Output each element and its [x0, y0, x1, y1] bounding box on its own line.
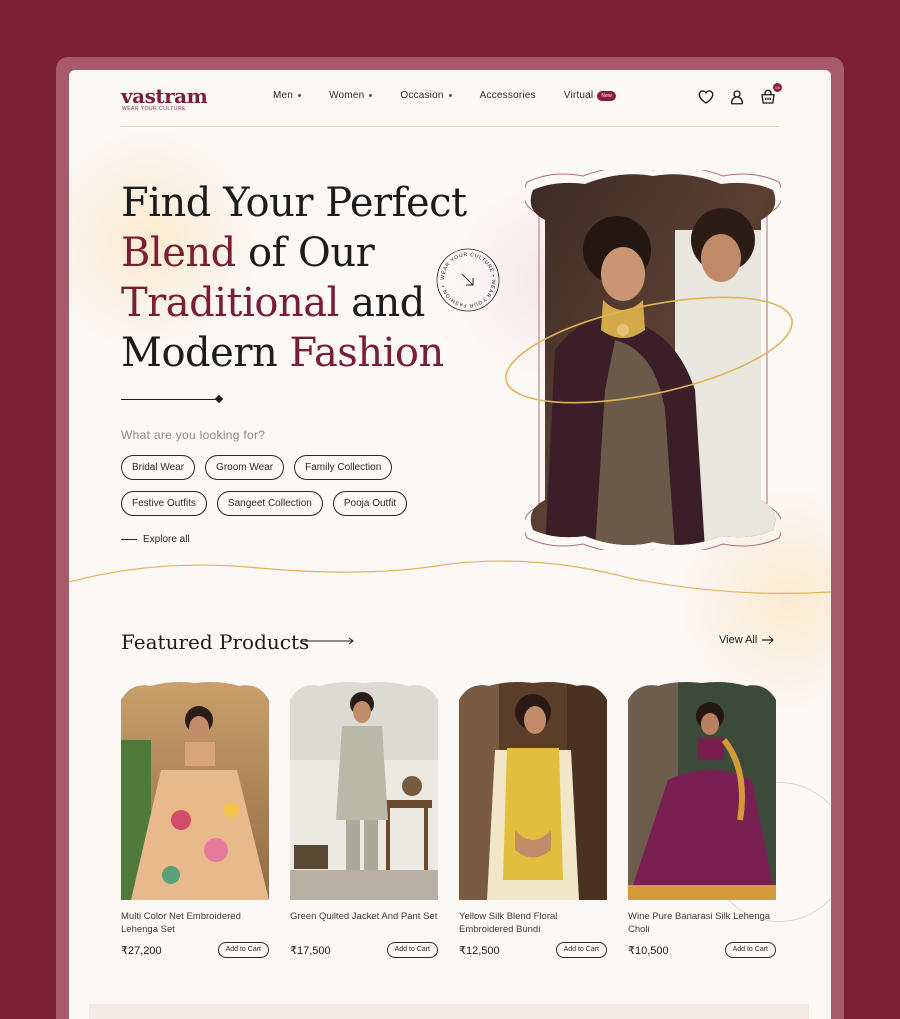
new-badge: New: [597, 90, 616, 101]
cart-count-badge: 04: [773, 83, 782, 92]
nav-label: Occasion: [400, 90, 444, 101]
hero-line-2: of Our: [247, 230, 375, 276]
arrow-right-icon: [762, 635, 775, 645]
diamond-ornament: [214, 394, 224, 404]
product-price: ₹17,500: [290, 944, 331, 957]
chip-sangeet-collection[interactable]: Sangeet Collection: [216, 491, 323, 516]
hero-accent-word: Blend: [121, 230, 236, 276]
product-price: ₹12,500: [459, 944, 500, 957]
heart-icon[interactable]: [697, 88, 715, 106]
hero-accent-word: Traditional: [121, 280, 339, 326]
hero-title: Find Your Perfect Blend of Our Tradition…: [121, 178, 467, 378]
card-footer: ₹27,200 Add to Cart: [121, 942, 269, 958]
chip-pooja-outfit[interactable]: Pooja Outfit: [332, 491, 408, 516]
chip-family-collection[interactable]: Family Collection: [294, 455, 393, 480]
search-prompt: What are you looking for?: [121, 428, 266, 442]
hero-divider: [121, 399, 219, 400]
nav-label: Men: [273, 90, 294, 101]
landing-page: vastram WEAR YOUR CULTURE Men Women Occa…: [69, 70, 831, 1019]
product-card[interactable]: Yellow Silk Blend Floral Embroidered Bun…: [459, 680, 607, 958]
nav-item-virtual[interactable]: Virtual New: [564, 90, 616, 101]
product-card[interactable]: Wine Pure Banarasi Silk Lehenga Choli ₹1…: [628, 680, 776, 958]
chip-bridal-wear[interactable]: Bridal Wear: [121, 455, 196, 480]
dropdown-dot: [298, 94, 302, 97]
nav-item-women[interactable]: Women: [329, 90, 373, 101]
main-nav: Men Women Occasion Accessories Virtual N…: [273, 90, 644, 101]
header-icons: 04: [697, 83, 790, 106]
hero-line-3: and: [351, 280, 425, 326]
brand-logo[interactable]: vastram WEAR YOUR CULTURE: [121, 84, 208, 112]
arrow-right-icon: [301, 637, 354, 645]
add-to-cart-button[interactable]: Add to Cart: [724, 942, 776, 958]
product-price: ₹10,500: [628, 944, 669, 957]
cart-icon[interactable]: 04: [759, 83, 782, 106]
explore-line: [121, 539, 137, 540]
product-name: Yellow Silk Blend Floral Embroidered Bun…: [459, 911, 558, 935]
product-name: Wine Pure Banarasi Silk Lehenga Choli: [628, 911, 771, 935]
view-all-label: View All: [719, 634, 758, 646]
product-image: [628, 682, 776, 900]
card-footer: ₹10,500 Add to Cart: [628, 942, 776, 958]
hero-line-1: Find Your Perfect: [121, 180, 467, 226]
product-grid: Multi Color Net Embroidered Lehenga Set …: [121, 680, 797, 958]
product-image: [290, 682, 438, 900]
product-card[interactable]: Multi Color Net Embroidered Lehenga Set …: [121, 680, 269, 958]
hero-line-4: Modern: [121, 330, 278, 376]
product-image: [121, 682, 269, 900]
nav-item-men[interactable]: Men: [273, 90, 302, 101]
hero-accent-word: Fashion: [289, 330, 444, 376]
section-title: Featured Products: [121, 630, 310, 654]
gold-orbit-ring: [505, 296, 793, 404]
product-name: Multi Color Net Embroidered Lehenga Set: [121, 911, 241, 935]
gold-wave-divider: [69, 560, 831, 594]
add-to-cart-button[interactable]: Add to Cart: [217, 942, 269, 958]
explore-label: Explore all: [143, 534, 190, 545]
chip-festive-outfits[interactable]: Festive Outfits: [121, 491, 207, 516]
user-icon[interactable]: [728, 88, 746, 106]
category-chips: Bridal Wear Groom Wear Family Collection…: [121, 455, 501, 527]
nav-label: Virtual: [563, 90, 594, 101]
dropdown-dot: [369, 94, 373, 97]
arrow-down-right-icon: [461, 273, 474, 286]
view-all-link[interactable]: View All: [719, 634, 775, 646]
add-to-cart-button[interactable]: Add to Cart: [386, 942, 438, 958]
nav-label: Accessories: [479, 90, 536, 101]
add-to-cart-button[interactable]: Add to Cart: [555, 942, 607, 958]
nav-label: Women: [329, 90, 365, 101]
next-section-preview: [89, 1004, 809, 1019]
chip-groom-wear[interactable]: Groom Wear: [205, 455, 285, 480]
chip-row: Festive Outfits Sangeet Collection Pooja…: [121, 491, 501, 516]
explore-all-link[interactable]: Explore all: [121, 534, 190, 545]
product-card[interactable]: Green Quilted Jacket And Pant Set ₹17,50…: [290, 680, 438, 958]
product-image: [459, 682, 607, 900]
product-price: ₹27,200: [121, 944, 162, 957]
brand-name: vastram: [121, 84, 208, 108]
rotating-badge[interactable]: WEAR YOUR CULTURE • WEAR YOUR FASHION •: [435, 247, 501, 313]
header-divider: [121, 126, 779, 127]
nav-item-accessories[interactable]: Accessories: [480, 90, 536, 101]
dropdown-dot: [448, 94, 452, 97]
nav-item-occasion[interactable]: Occasion: [400, 90, 452, 101]
product-name: Green Quilted Jacket And Pant Set: [290, 911, 438, 922]
card-footer: ₹17,500 Add to Cart: [290, 942, 438, 958]
chip-row: Bridal Wear Groom Wear Family Collection: [121, 455, 501, 480]
card-footer: ₹12,500 Add to Cart: [459, 942, 607, 958]
